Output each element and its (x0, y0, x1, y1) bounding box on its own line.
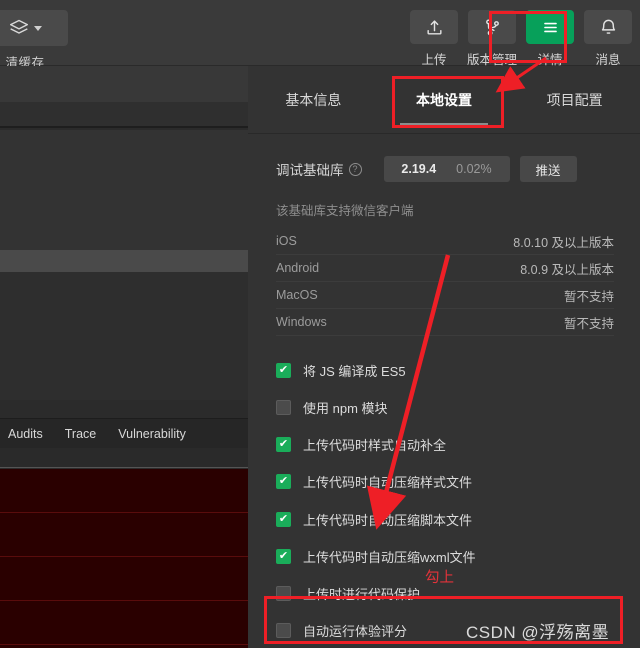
os-name: MacOS (276, 288, 318, 302)
hamburger-icon-box[interactable] (526, 10, 574, 44)
left-tab-trace[interactable]: Trace (65, 427, 97, 441)
chevron-down-icon (33, 25, 42, 31)
upload-icon (426, 19, 442, 35)
version-chip[interactable]: 2.19.4 0.02% (383, 156, 510, 182)
checkbox-checked-icon[interactable]: ✔ (276, 511, 291, 527)
option-label: 上传代码时自动压缩脚本文件 (303, 512, 473, 528)
tab-local-settings[interactable]: 本地设置 (399, 84, 488, 125)
option-label: 使用 npm 模块 (303, 401, 388, 417)
os-version: 暂不支持 (563, 316, 614, 331)
option-code-protection[interactable]: 上传时进行代码保护 (276, 585, 614, 605)
left-band-3 (0, 130, 248, 250)
debug-library-row: 调试基础库 ? 2.19.4 0.02% 推送 (276, 156, 614, 182)
left-error-list (0, 469, 248, 648)
bell-icon (601, 19, 615, 34)
error-row (0, 601, 248, 645)
watermark: CSDN @浮殇离墨 (466, 623, 610, 642)
support-note: 该基础库支持微信客户端 (276, 204, 414, 218)
question-icon[interactable]: ? (348, 162, 362, 176)
os-name: iOS (276, 234, 297, 248)
left-devtools-pane: Audits Trace Vulnerability (0, 66, 248, 648)
option-compress-wxml[interactable]: ✔ 上传代码时自动压缩wxml文件 (276, 548, 614, 568)
left-pane-tabbar: Audits Trace Vulnerability (0, 418, 248, 448)
tab-project-config[interactable]: 项目配置 (543, 84, 607, 116)
error-row (0, 469, 248, 513)
option-label: 自动运行体验评分 (303, 623, 408, 639)
table-row: Windows 暂不支持 (276, 309, 614, 336)
detail-button[interactable]: 详情 (524, 10, 576, 68)
table-row: iOS 8.0.10 及以上版本 (276, 228, 614, 255)
error-row (0, 513, 248, 557)
option-label: 将 JS 编译成 ES5 (303, 364, 406, 379)
hamburger-icon (543, 22, 557, 32)
checkbox-checked-icon[interactable]: ✔ (276, 474, 291, 490)
detail-panel-tabbar: 基本信息 本地设置 项目配置 (248, 66, 640, 134)
os-version: 8.0.9 及以上版本 (520, 262, 614, 277)
tab-basic-info[interactable]: 基本信息 (281, 84, 345, 116)
left-band-highlight (0, 250, 248, 272)
os-version: 8.0.10 及以上版本 (513, 235, 614, 250)
left-band-1 (0, 66, 248, 102)
left-tab-audits[interactable]: Audits (8, 427, 43, 441)
upload-button[interactable]: 上传 (408, 10, 460, 68)
option-compile-es5[interactable]: ✔ 将 JS 编译成 ES5 (276, 362, 614, 382)
branch-icon-box[interactable] (468, 10, 516, 44)
version-percent: 0.02% (456, 162, 492, 176)
checkbox-checked-icon[interactable]: ✔ (276, 548, 291, 564)
branch-icon (485, 19, 499, 35)
upload-icon-box[interactable] (410, 10, 458, 44)
left-band-6 (0, 448, 248, 468)
table-row: MacOS 暂不支持 (276, 282, 614, 309)
option-compress-script[interactable]: ✔ 上传代码时自动压缩脚本文件 (276, 511, 614, 531)
version-management-button[interactable]: 版本管理 (466, 10, 518, 68)
push-button[interactable]: 推送 (519, 156, 577, 182)
app-root: 清缓存 上传 版本管理 详情 消息 Audits Trace Vulnerabi… (0, 0, 640, 648)
table-row: Android 8.0.9 及以上版本 (276, 255, 614, 282)
clear-cache-icon-box[interactable] (0, 10, 68, 46)
annotation-note-check-this: 勾上 (425, 570, 454, 586)
top-toolbar: 清缓存 上传 版本管理 详情 消息 (0, 0, 640, 70)
toolbar-actions: 上传 版本管理 详情 消息 (408, 10, 634, 68)
support-table: iOS 8.0.10 及以上版本 Android 8.0.9 及以上版本 Mac… (276, 228, 614, 336)
option-use-npm[interactable]: 使用 npm 模块 (276, 399, 614, 419)
left-band-5 (0, 272, 248, 400)
os-name: Windows (276, 315, 327, 329)
option-style-autocomplete[interactable]: ✔ 上传代码时样式自动补全 (276, 436, 614, 456)
checkbox-unchecked-icon[interactable] (276, 622, 291, 638)
checkbox-checked-icon[interactable]: ✔ (276, 363, 291, 378)
checkbox-unchecked-icon[interactable] (276, 585, 291, 601)
left-band-2 (0, 102, 248, 128)
debug-library-label: 调试基础库 ? (276, 159, 362, 179)
debug-library-text: 调试基础库 (276, 163, 344, 178)
detail-panel: 基本信息 本地设置 项目配置 调试基础库 ? 2.19.4 0.02% 推送 该… (248, 66, 640, 648)
error-row (0, 557, 248, 601)
os-version: 暂不支持 (563, 289, 614, 304)
option-label: 上传时进行代码保护 (303, 586, 421, 602)
option-compress-style[interactable]: ✔ 上传代码时自动压缩样式文件 (276, 473, 614, 493)
left-tab-vulnerability[interactable]: Vulnerability (118, 427, 186, 441)
clear-cache-button[interactable]: 清缓存 (0, 10, 68, 71)
options-list: ✔ 将 JS 编译成 ES5 使用 npm 模块 ✔ 上传代码时样式自动补全 ✔… (276, 362, 614, 648)
layers-icon (9, 18, 42, 38)
bell-icon-box[interactable] (584, 10, 632, 44)
os-name: Android (276, 261, 320, 275)
checkbox-checked-icon[interactable]: ✔ (276, 437, 291, 453)
version-number: 2.19.4 (401, 162, 437, 176)
option-label: 上传代码时样式自动补全 (303, 438, 447, 454)
message-button[interactable]: 消息 (582, 10, 634, 68)
option-label: 上传代码时自动压缩样式文件 (303, 475, 473, 491)
option-label: 上传代码时自动压缩wxml文件 (303, 549, 476, 565)
checkbox-unchecked-icon[interactable] (276, 400, 291, 416)
